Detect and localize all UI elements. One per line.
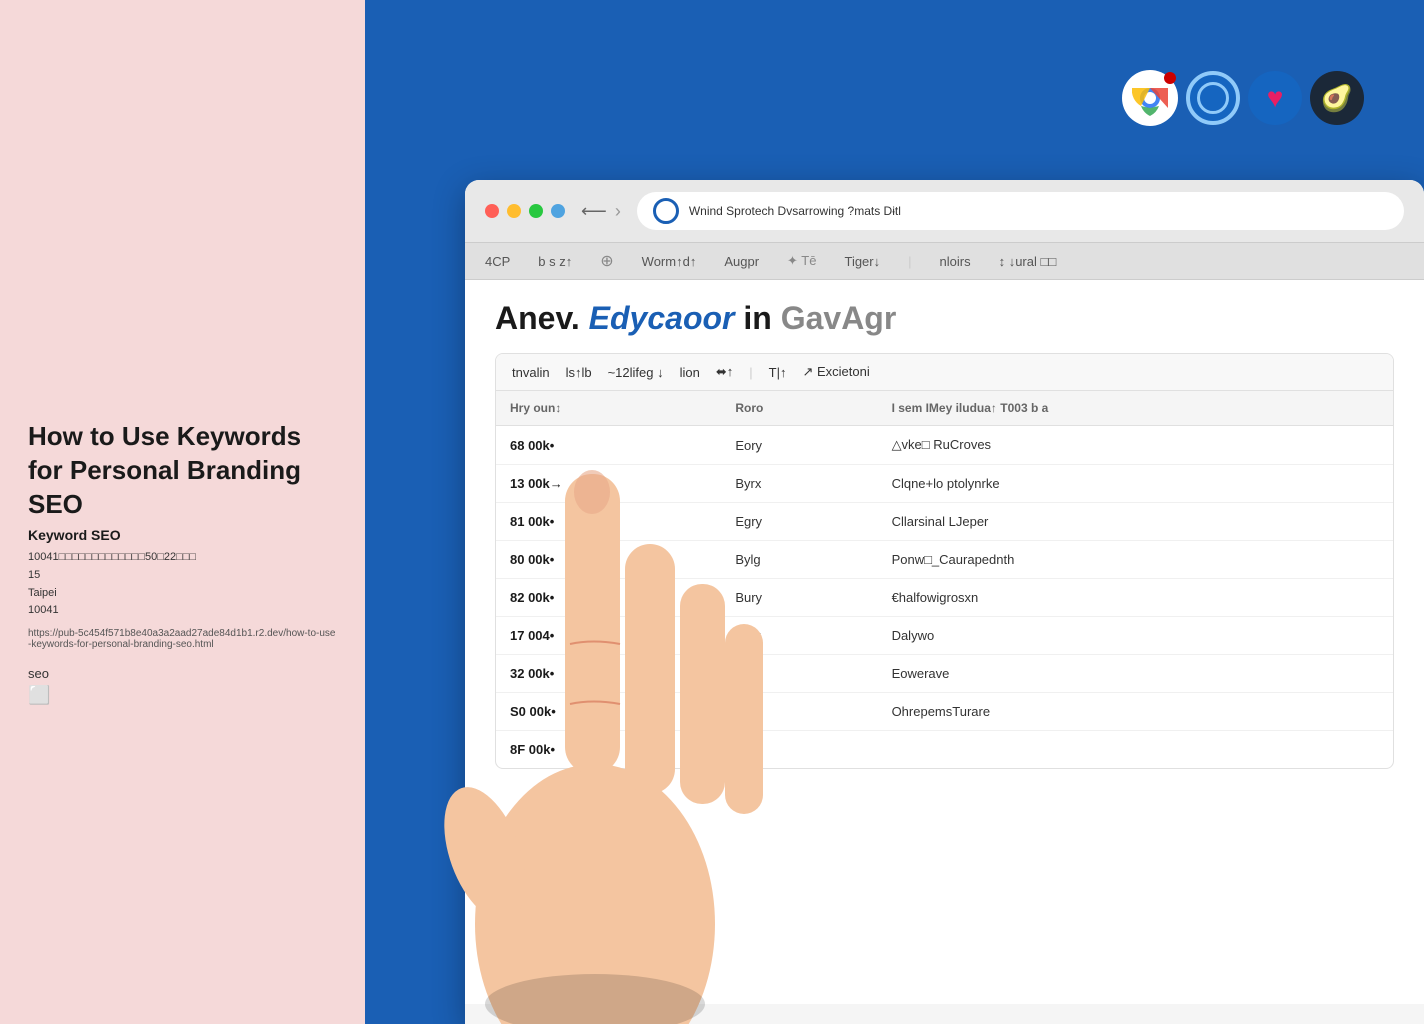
toolbar-item-6[interactable]: ↗ Excietoni bbox=[802, 364, 869, 380]
back-icon[interactable]: ⟵ bbox=[581, 201, 607, 222]
address-bar[interactable]: Wnind Sprotech Dvsarrowing ?mats Dɨtl bbox=[637, 192, 1404, 230]
tab-item-3[interactable]: Augpr bbox=[724, 254, 759, 269]
content-title-part3: in bbox=[743, 300, 771, 336]
cell-description: Cllarsinal LJeper bbox=[878, 503, 1393, 541]
hand-overlay bbox=[425, 424, 765, 1024]
tab-sep: | bbox=[908, 254, 911, 269]
toolbar-item-2[interactable]: ~12lifeg ↓ bbox=[608, 365, 664, 380]
close-button[interactable] bbox=[485, 204, 499, 218]
cell-description: €halfowigrosxn bbox=[878, 579, 1393, 617]
extra-button[interactable] bbox=[551, 204, 565, 218]
article-url[interactable]: https://pub-5c454f571b8e40a3a2aad27ade84… bbox=[28, 628, 337, 650]
maximize-button[interactable] bbox=[529, 204, 543, 218]
tab-item-1[interactable]: b s z↑ bbox=[538, 254, 572, 269]
cell-description: △vke□ RuCroves bbox=[878, 426, 1393, 465]
cell-description bbox=[878, 731, 1393, 769]
address-text[interactable]: Wnind Sprotech Dvsarrowing ?mats Dɨtl bbox=[689, 204, 1388, 218]
content-title-part4: GavAgr bbox=[781, 300, 897, 336]
content-title-part2: Edycaoor bbox=[589, 300, 735, 336]
cell-description: OhrepemsTurare bbox=[878, 693, 1393, 731]
content-title-part1: Anev. bbox=[495, 300, 580, 336]
table-header-row: Hry oun↕ Roro I sem IMey iludua↑ T003 b … bbox=[496, 391, 1393, 426]
tab-item-6[interactable]: ↕ ↓ural □□ bbox=[999, 254, 1057, 269]
table-toolbar: tnvalin ls↑lb ~12lifeg ↓ lion ⬌↑ | T|↑ ↗… bbox=[496, 354, 1393, 391]
site-security-icon bbox=[653, 198, 679, 224]
tab-item-5[interactable]: nloirs bbox=[940, 254, 971, 269]
right-panel: ♥ 🥑 ⟵ › Wnind Sprotech Dvsarr bbox=[365, 0, 1424, 1024]
toolbar-sep: | bbox=[749, 365, 752, 380]
col-header-description: I sem IMey iludua↑ T003 b a bbox=[878, 391, 1393, 426]
forward-icon[interactable]: › bbox=[615, 201, 621, 222]
minimize-button[interactable] bbox=[507, 204, 521, 218]
toolbar-item-0[interactable]: tnvalin bbox=[512, 365, 550, 380]
top-blue-area: ♥ 🥑 bbox=[365, 0, 1424, 185]
article-title: How to Use Keywords for Personal Brandin… bbox=[28, 420, 337, 521]
col-header-roro: Roro bbox=[721, 391, 877, 426]
cell-description: Ponw□_Caurapednth bbox=[878, 541, 1393, 579]
content-title: Anev. Edycaoor in GavAgr bbox=[495, 300, 1394, 337]
toolbar-item-4[interactable]: ⬌↑ bbox=[716, 364, 733, 380]
browser-tabs-bar: 4CP b s z↑ ⊕ Worm↑d↑ Augpr ✦ Tē Tiger↓ |… bbox=[465, 243, 1424, 280]
nav-buttons: ⟵ › bbox=[581, 201, 621, 222]
heart-icon[interactable]: ♥ bbox=[1248, 71, 1302, 125]
toolbar-item-1[interactable]: ls↑lb bbox=[566, 365, 592, 380]
tab-icon-1: ✦ Tē bbox=[787, 253, 816, 269]
browser-circle-icon[interactable] bbox=[1186, 71, 1240, 125]
article-tag: seo bbox=[28, 666, 337, 681]
article-subtitle: Keyword SEO bbox=[28, 527, 337, 543]
toolbar-item-3[interactable]: lion bbox=[680, 365, 700, 380]
tab-item-2[interactable]: Worm↑d↑ bbox=[642, 254, 697, 269]
left-panel: How to Use Keywords for Personal Brandin… bbox=[0, 0, 365, 1024]
cell-description: Eowerave bbox=[878, 655, 1393, 693]
toolbar-item-5[interactable]: T|↑ bbox=[769, 365, 787, 380]
cell-description: Clqne+lo ptolynrke bbox=[878, 465, 1393, 503]
cell-description: Dalywo bbox=[878, 617, 1393, 655]
tab-icon-0: ⊕ bbox=[600, 251, 613, 271]
col-header-volume: Hry oun↕ bbox=[496, 391, 721, 426]
article-meta: 10041□□□□□□□□□□□□□50□22□□□ 15 Taipei 100… bbox=[28, 549, 337, 619]
tab-item-4[interactable]: Tiger↓ bbox=[844, 254, 880, 269]
tab-item-0[interactable]: 4CP bbox=[485, 254, 510, 269]
tag-icon: ⬜ bbox=[28, 685, 337, 706]
browser-icons-group: ♥ 🥑 bbox=[1122, 70, 1364, 126]
chrome-icon[interactable] bbox=[1122, 70, 1178, 126]
browser-chrome: ⟵ › Wnind Sprotech Dvsarrowing ?mats Dɨt… bbox=[465, 180, 1424, 243]
traffic-lights bbox=[485, 204, 565, 218]
leaf-icon[interactable]: 🥑 bbox=[1310, 71, 1364, 125]
